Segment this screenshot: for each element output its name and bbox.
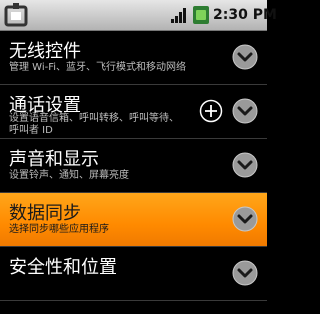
status-clock: 2:30 PM <box>213 7 277 23</box>
settings-item-call[interactable]: 通话设置 设置语音信箱、呼叫转移、呼叫等待、呼叫者 ID <box>0 85 267 139</box>
item-title: 无线控件 <box>9 41 81 62</box>
settings-list: 无线控件 管理 Wi-Fi、蓝牙、飞行模式和移动网络 通话设置 设置语音信箱、呼… <box>0 31 267 301</box>
chevron-down-icon[interactable] <box>231 151 259 179</box>
chevron-down-icon[interactable] <box>231 205 259 233</box>
settings-item-wireless[interactable]: 无线控件 管理 Wi-Fi、蓝牙、飞行模式和移动网络 <box>0 31 267 85</box>
settings-item-data-sync[interactable]: 数据同步 选择同步哪些应用程序 <box>0 193 267 247</box>
settings-item-security-location[interactable]: 安全性和位置 <box>0 247 267 301</box>
item-summary: 管理 Wi-Fi、蓝牙、飞行模式和移动网络 <box>9 62 187 73</box>
item-summary: 设置语音信箱、呼叫转移、呼叫等待、呼叫者 ID <box>9 113 179 136</box>
notification-icon <box>4 3 28 27</box>
battery-icon <box>193 6 209 24</box>
item-title: 安全性和位置 <box>9 257 117 278</box>
plus-icon[interactable] <box>199 99 223 123</box>
chevron-down-icon[interactable] <box>231 43 259 71</box>
settings-item-sound-display[interactable]: 声音和显示 设置铃声、通知、屏幕亮度 <box>0 139 267 193</box>
chevron-down-icon[interactable] <box>231 97 259 125</box>
item-title: 数据同步 <box>9 203 81 224</box>
signal-icon <box>171 8 186 23</box>
item-summary: 选择同步哪些应用程序 <box>9 224 109 235</box>
item-summary: 设置铃声、通知、屏幕亮度 <box>9 170 129 181</box>
status-bar: 2:30 PM <box>0 0 277 31</box>
item-title: 声音和显示 <box>9 149 99 170</box>
chevron-down-icon[interactable] <box>231 259 259 287</box>
